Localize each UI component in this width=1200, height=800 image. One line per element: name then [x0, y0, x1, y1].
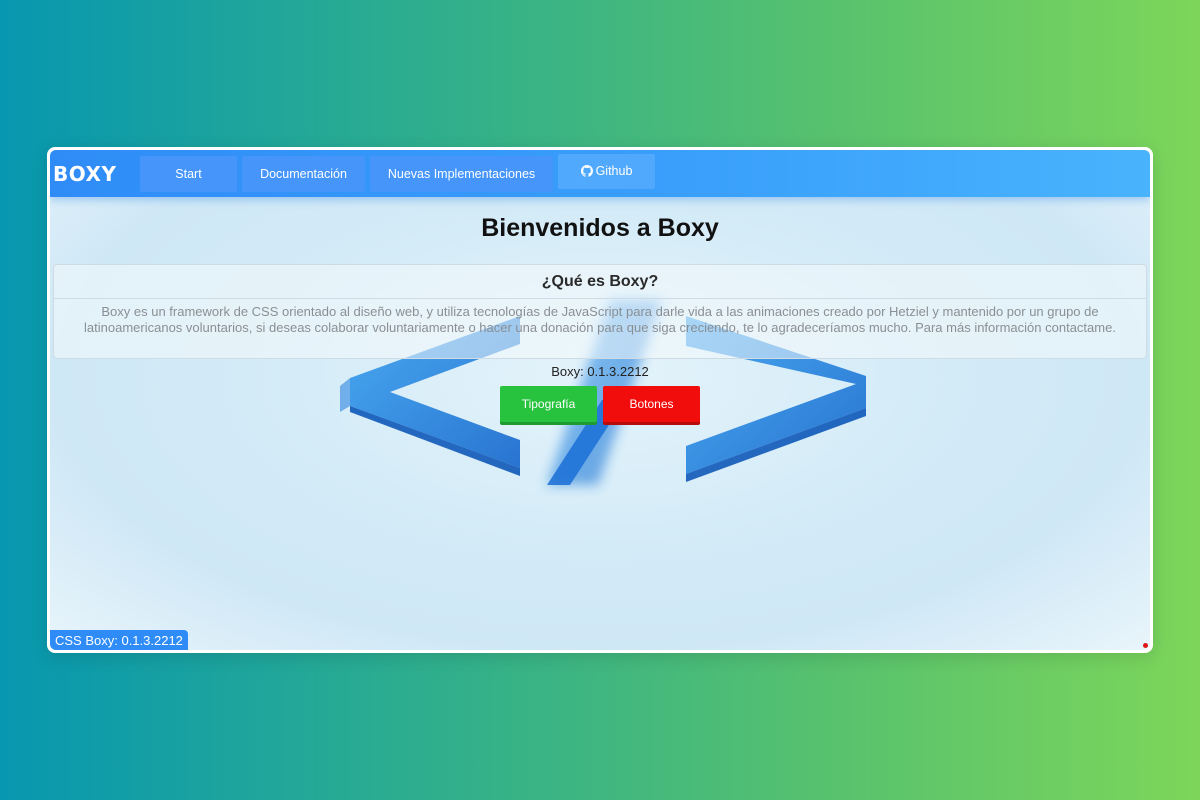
buttons-button[interactable]: Botones — [603, 386, 700, 422]
card-title: ¿Qué es Boxy? — [54, 265, 1146, 299]
version-text: Boxy: 0.1.3.2212 — [551, 364, 649, 379]
nav-github[interactable]: Github — [558, 153, 655, 189]
version-badge: CSS Boxy: 0.1.3.2212 — [50, 630, 188, 650]
github-icon — [580, 165, 593, 177]
top-navbar: BOXY Start Documentación Nuevas Implemen… — [50, 150, 1150, 197]
card-body-text: Boxy es un framework de CSS orientado al… — [84, 304, 1116, 335]
typography-button[interactable]: Tipografía — [500, 386, 597, 422]
nav-new-implementations[interactable]: Nuevas Implementaciones — [370, 155, 553, 192]
about-card: ¿Qué es Boxy? Boxy es un framework de CS… — [53, 264, 1147, 359]
nav-documentation[interactable]: Documentación — [242, 155, 365, 192]
page-viewport: BOXY Start Documentación Nuevas Implemen… — [50, 150, 1150, 650]
browser-window: BOXY Start Documentación Nuevas Implemen… — [47, 147, 1153, 653]
nav-github-label: Github — [595, 164, 633, 178]
nav-start[interactable]: Start — [140, 155, 237, 192]
corner-indicator — [1143, 643, 1148, 648]
brand-logo[interactable]: BOXY — [53, 162, 140, 186]
page-title: Bienvenidos a Boxy — [481, 214, 719, 242]
